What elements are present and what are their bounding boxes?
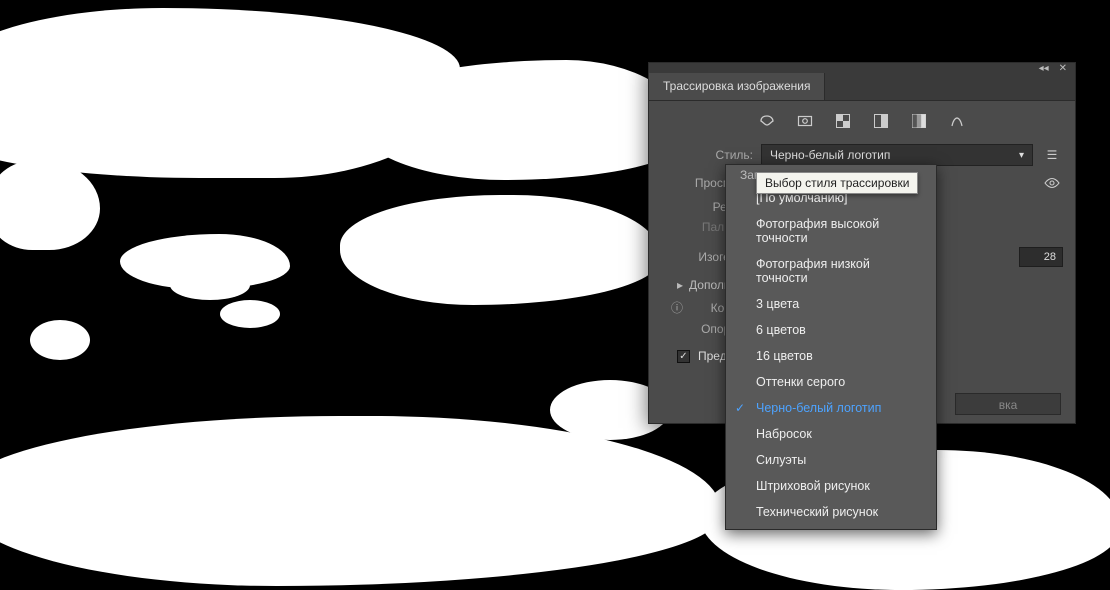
triangle-right-icon: ▸ — [677, 278, 683, 292]
dropdown-item-sketch[interactable]: Набросок — [726, 421, 936, 447]
dropdown-item-photo-low[interactable]: Фотография низкой точности — [726, 251, 936, 291]
dropdown-item-bw-logo[interactable]: ✓ Черно-белый логотип — [726, 395, 936, 421]
dropdown-item-label: Черно-белый логотип — [756, 401, 881, 415]
eye-icon[interactable] — [1041, 172, 1063, 194]
preset-shades-icon[interactable] — [833, 111, 853, 131]
threshold-value[interactable]: 28 — [1019, 247, 1063, 267]
dropdown-item-grayscale[interactable]: Оттенки серого — [726, 369, 936, 395]
dropdown-item-lineart[interactable]: Штриховой рисунок — [726, 473, 936, 499]
chevron-down-icon: ▾ — [1019, 150, 1024, 161]
style-tooltip: Выбор стиля трассировки — [756, 172, 918, 194]
preset-gray-icon[interactable] — [909, 111, 929, 131]
style-dropdown: Зак [По умолчанию] Фотография высокой то… — [725, 164, 937, 530]
panel-collapse-icon[interactable]: ◂◂ — [1039, 63, 1049, 74]
info-icon: ⓘ — [669, 299, 685, 316]
style-select-value: Черно-белый логотип — [770, 148, 890, 162]
style-select[interactable]: Черно-белый логотип ▾ — [761, 144, 1033, 166]
preset-outline-icon[interactable] — [947, 111, 967, 131]
panel-topbar: ◂◂ ✕ — [649, 63, 1075, 73]
dropdown-item-6colors[interactable]: 6 цветов — [726, 317, 936, 343]
dropdown-item-photo-high[interactable]: Фотография высокой точности — [726, 211, 936, 251]
panel-menu-icon[interactable]: ☰ — [1041, 144, 1063, 166]
style-label: Стиль: — [661, 148, 753, 162]
preset-halves-icon[interactable] — [871, 111, 891, 131]
tab-image-trace[interactable]: Трассировка изображения — [649, 73, 825, 100]
check-icon: ✓ — [735, 401, 745, 415]
dropdown-item-16colors[interactable]: 16 цветов — [726, 343, 936, 369]
panel-tabbar: Трассировка изображения — [649, 73, 1075, 101]
preset-auto-icon[interactable] — [757, 111, 777, 131]
preset-photo-icon[interactable] — [795, 111, 815, 131]
dropdown-item-technical[interactable]: Технический рисунок — [726, 499, 936, 525]
trace-button[interactable]: вка — [955, 393, 1061, 415]
preset-icon-row — [649, 101, 1075, 141]
panel-close-icon[interactable]: ✕ — [1059, 63, 1067, 74]
dropdown-item-silhouettes[interactable]: Силуэты — [726, 447, 936, 473]
dropdown-item-3colors[interactable]: 3 цвета — [726, 291, 936, 317]
preview-checkbox[interactable]: ✓ — [677, 350, 690, 363]
